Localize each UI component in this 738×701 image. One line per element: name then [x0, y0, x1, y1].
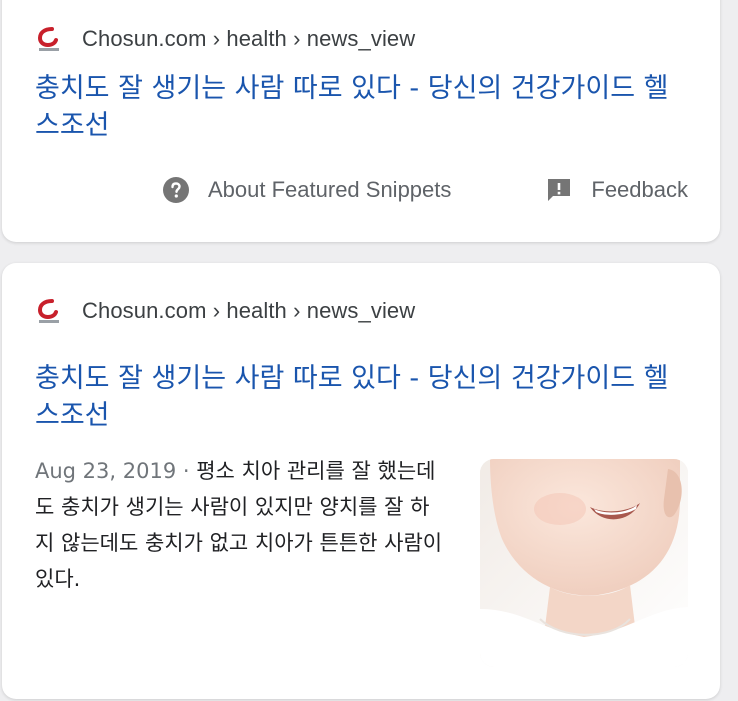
chosun-favicon-icon — [32, 22, 66, 56]
source-row[interactable]: Chosun.com › health › news_view — [32, 293, 415, 329]
feedback-icon — [545, 176, 573, 204]
source-row[interactable]: Chosun.com › health › news_view — [32, 21, 415, 57]
result-date: Aug 23, 2019 — [35, 459, 177, 483]
feedback-label: Feedback — [591, 177, 688, 202]
result-title-link[interactable]: 충치도 잘 생기는 사람 따로 있다 - 당신의 건강가이드 헬스조선 — [35, 70, 685, 144]
breadcrumb[interactable]: Chosun.com › health › news_view — [82, 26, 415, 52]
featured-snippet-card: Chosun.com › health › news_view 충치도 잘 생기… — [2, 0, 720, 242]
feedback-button[interactable]: Feedback — [545, 176, 688, 204]
snippet-footer: About Featured Snippets Feedback — [162, 176, 688, 204]
result-snippet: Aug 23, 2019 · 평소 치아 관리를 잘 했는데도 충치가 생기는 … — [35, 453, 445, 597]
help-circle-icon — [162, 176, 190, 204]
about-label: About Featured Snippets — [208, 177, 452, 202]
breadcrumb[interactable]: Chosun.com › health › news_view — [82, 298, 415, 324]
chosun-favicon-icon — [32, 294, 66, 328]
thumbnail-image[interactable] — [480, 459, 688, 667]
result-title-link[interactable]: 충치도 잘 생기는 사람 따로 있다 - 당신의 건강가이드 헬스조선 — [35, 360, 685, 434]
date-separator: · — [176, 459, 197, 483]
about-featured-snippets-button[interactable]: About Featured Snippets — [162, 176, 451, 204]
search-result-card: Chosun.com › health › news_view 충치도 잘 생기… — [2, 263, 720, 699]
